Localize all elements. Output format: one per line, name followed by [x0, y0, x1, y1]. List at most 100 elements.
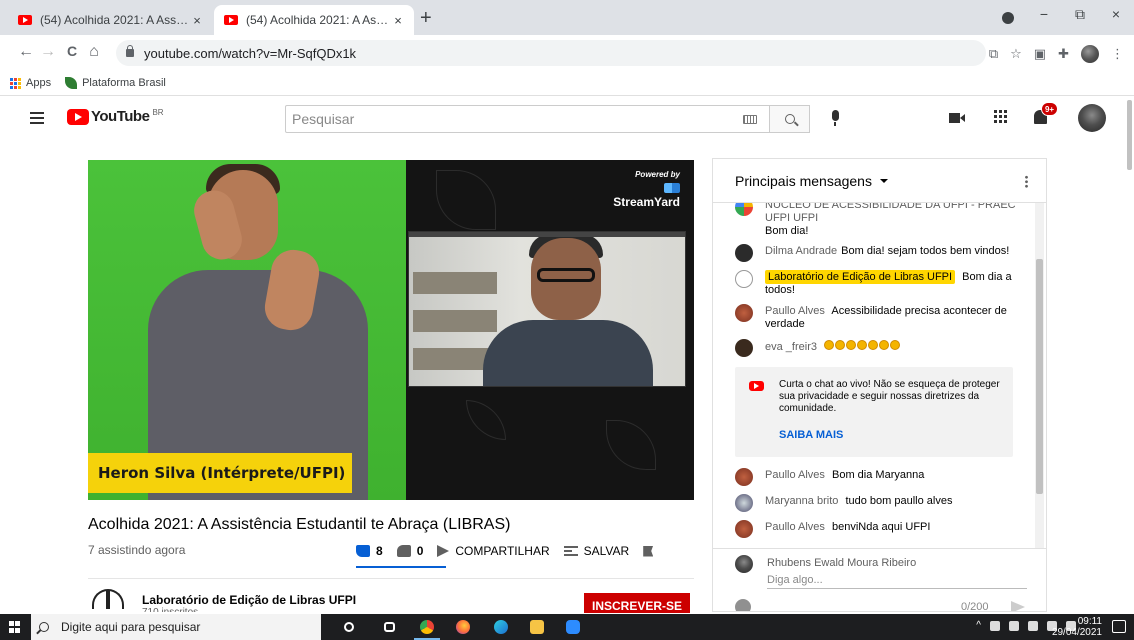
chat-header[interactable]: Principais mensagens	[713, 159, 1046, 203]
more-options-icon[interactable]	[1025, 175, 1028, 188]
speaker-body	[483, 320, 653, 386]
file-explorer-icon[interactable]	[530, 620, 544, 634]
chat-message: eva _freir3	[735, 339, 1031, 357]
chat-guidelines-notice: Curta o chat ao vivo! Não se esqueça de …	[735, 367, 1013, 457]
search-button[interactable]	[770, 105, 810, 133]
save-button[interactable]: SALVAR	[563, 544, 630, 558]
cast-icon[interactable]: ⧉	[989, 46, 998, 62]
task-view-icon[interactable]	[384, 622, 395, 632]
chat-input[interactable]	[767, 571, 1027, 589]
chat-message: NÚCLEO DE ACESSIBILIDADE DA UFPI - PRAEC…	[735, 203, 1031, 238]
dislike-button[interactable]: 0	[396, 544, 423, 558]
current-user-name: Rhubens Ewald Moura Ribeiro	[767, 557, 917, 569]
chat-author: eva _freir3	[765, 341, 817, 353]
flag-icon	[643, 545, 654, 557]
action-center-icon[interactable]	[1112, 620, 1126, 633]
plataforma-brasil-icon	[65, 77, 78, 89]
like-button[interactable]: 8	[356, 544, 383, 558]
close-window-button[interactable]: ×	[1096, 6, 1134, 22]
keyboard-icon[interactable]	[743, 114, 757, 124]
create-video-icon[interactable]	[949, 113, 965, 123]
report-button[interactable]	[643, 545, 654, 557]
page-scroll-thumb[interactable]	[1127, 100, 1132, 170]
extension-icon[interactable]: ▣	[1034, 46, 1046, 62]
bookmarks-bar: Apps Plataforma Brasil	[0, 71, 1134, 96]
chat-avatar	[735, 494, 753, 512]
bookmark-apps[interactable]: Apps	[10, 77, 51, 89]
region-code: BR	[152, 108, 164, 117]
share-button[interactable]: COMPARTILHAR	[437, 544, 550, 558]
browser-profile-icon[interactable]	[1002, 12, 1014, 24]
back-button[interactable]: ←	[16, 43, 36, 61]
page-scrollbar[interactable]	[1125, 96, 1134, 614]
tab-close-icon[interactable]: ×	[189, 13, 205, 28]
maximize-button[interactable]: ⧉	[1060, 6, 1100, 23]
bookmark-star-icon[interactable]: ☆	[1010, 46, 1022, 62]
learn-more-link[interactable]: SAIBA MAIS	[779, 429, 843, 441]
edge-icon[interactable]	[494, 620, 508, 634]
battery-icon[interactable]	[1028, 620, 1038, 631]
cortana-icon[interactable]	[344, 622, 354, 632]
youtube-logo[interactable]: YouTube BR	[67, 108, 164, 125]
tray-app-icon[interactable]	[990, 620, 1000, 631]
minimize-button[interactable]: −	[1024, 6, 1064, 22]
tab-title: (54) Acolhida 2021: A Assistência	[40, 13, 189, 27]
interpreter-caption: Heron Silva (Intérprete/UFPI)	[88, 453, 352, 493]
chat-avatar	[735, 304, 753, 322]
apps-grid-icon[interactable]	[994, 110, 1007, 123]
chat-author: Paullo Alves	[765, 305, 825, 317]
chat-author: NÚCLEO DE ACESSIBILIDADE DA UFPI - PRAEC…	[765, 203, 1016, 224]
tray-caret-icon[interactable]: ^	[976, 620, 981, 631]
taskbar-search[interactable]: Digite aqui para pesquisar	[31, 614, 321, 640]
chrome-icon[interactable]	[420, 620, 434, 634]
browser-tab[interactable]: (54) Acolhida 2021: A Assistência ×	[8, 5, 213, 35]
menu-hamburger-icon[interactable]	[30, 112, 44, 124]
chat-scroll-thumb[interactable]	[1036, 259, 1043, 494]
chat-text: Bom dia! sejam todos bem vindos!	[841, 245, 1010, 257]
chat-composer: Rhubens Ewald Moura Ribeiro 0/200	[713, 548, 1046, 611]
channel-logo-stem	[106, 591, 110, 609]
forward-button[interactable]: →	[38, 43, 58, 61]
chat-avatar	[735, 203, 753, 216]
taskbar-clock[interactable]: 09:11 29/04/2021	[1052, 616, 1102, 638]
extension-icons: ⧉ ☆ ▣ ✚ ⋮	[989, 45, 1124, 63]
zoom-icon[interactable]	[566, 620, 580, 634]
extensions-puzzle-icon[interactable]: ✚	[1058, 46, 1069, 62]
tab-close-icon[interactable]: ×	[390, 13, 406, 28]
channel-name[interactable]: Laboratório de Edição de Libras UFPI	[142, 593, 356, 607]
browser-tab-active[interactable]: (54) Acolhida 2021: A Assistência ×	[214, 5, 414, 35]
new-tab-button[interactable]: +	[420, 8, 432, 28]
subscribe-button[interactable]: INSCREVER-SE	[584, 593, 690, 613]
windows-start-icon[interactable]	[9, 621, 21, 633]
youtube-wordmark: YouTube	[91, 108, 150, 125]
youtube-play-icon	[67, 108, 89, 125]
tray-app-icon[interactable]	[1009, 620, 1019, 631]
speaker-feed	[408, 231, 686, 387]
chat-avatar	[735, 270, 753, 288]
home-button[interactable]: ⌂	[84, 43, 104, 61]
chat-message: Paullo Alves Acessibilidade precisa acon…	[735, 304, 1031, 331]
speaker-topbar	[409, 232, 685, 237]
firefox-icon[interactable]	[456, 620, 470, 634]
address-bar[interactable]: youtube.com/watch?v=Mr-SqfQDx1k	[116, 40, 986, 66]
bookshelf	[413, 310, 497, 332]
video-player[interactable]: Powered by StreamYard Heron Silva (Intér…	[88, 160, 694, 500]
search-input[interactable]	[286, 106, 743, 132]
send-icon[interactable]	[1011, 601, 1025, 611]
chrome-profile-avatar[interactable]	[1081, 45, 1099, 63]
clock-date: 29/04/2021	[1051, 627, 1102, 638]
chrome-menu-icon[interactable]: ⋮	[1111, 46, 1124, 62]
like-ratio-bar	[356, 566, 446, 568]
clapping-emoji-icon	[824, 340, 901, 350]
video-actions: 8 0 COMPARTILHAR SALVAR	[356, 544, 667, 558]
user-avatar[interactable]	[1078, 104, 1106, 132]
emoji-picker-icon[interactable]	[735, 599, 751, 611]
microphone-icon[interactable]	[832, 110, 839, 126]
notification-count-badge: 9+	[1041, 102, 1058, 116]
bookmark-plataforma-brasil[interactable]: Plataforma Brasil	[65, 77, 166, 89]
browser-tab-strip: (54) Acolhida 2021: A Assistência × (54)…	[0, 0, 1134, 35]
reload-button[interactable]: C	[62, 43, 82, 59]
channel-avatar[interactable]	[88, 585, 128, 611]
chat-author: Paullo Alves	[765, 521, 825, 533]
save-label: SALVAR	[583, 544, 630, 558]
